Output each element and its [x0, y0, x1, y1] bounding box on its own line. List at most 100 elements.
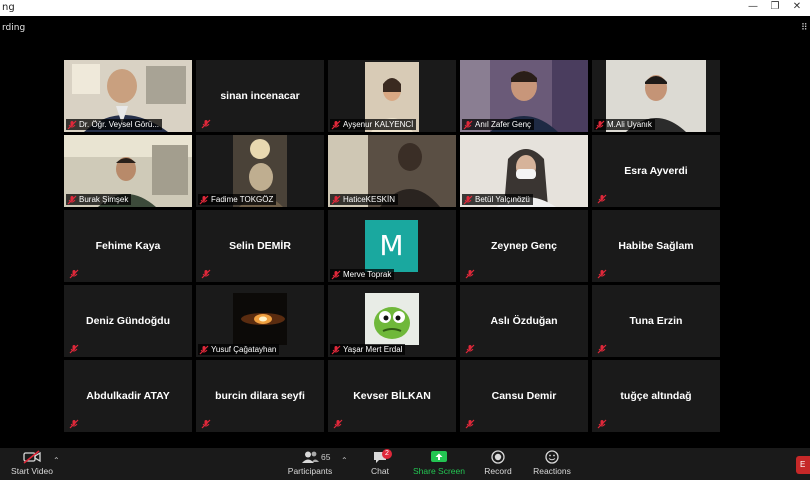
record-label: Record — [484, 466, 512, 476]
mic-muted-icon — [465, 344, 475, 354]
minimize-icon[interactable]: — — [746, 1, 760, 12]
video-options-chevron-icon[interactable]: ⌃ — [53, 456, 60, 465]
view-grid-icon[interactable]: ⠿ — [801, 22, 808, 33]
participant-name: Dr. Öğr. Veysel Görü... — [79, 120, 160, 129]
participant-tile[interactable]: M Merve Toprak — [328, 210, 456, 282]
participant-tile[interactable]: Burak Şimşek — [64, 135, 192, 207]
mic-muted-icon — [201, 419, 211, 429]
start-video-button[interactable]: Start Video — [8, 450, 56, 476]
mic-muted-icon — [331, 195, 341, 204]
participant-tile[interactable]: Dr. Öğr. Veysel Görü... — [64, 60, 192, 132]
restore-icon[interactable]: ❐ — [768, 1, 782, 12]
mic-muted-icon — [67, 120, 77, 129]
mic-muted-icon — [597, 344, 607, 354]
participants-label: Participants — [287, 466, 333, 476]
participant-name: Fehime Kaya — [95, 240, 161, 252]
reactions-button[interactable]: Reactions — [530, 450, 574, 476]
participant-tile[interactable]: Zeynep Genç — [460, 210, 588, 282]
meeting-toolbar: Start Video ⌃ Participants 65 ⌃ Chat 2 S… — [0, 448, 810, 480]
share-screen-button[interactable]: Share Screen — [410, 450, 468, 476]
mic-muted-icon — [331, 345, 341, 354]
participant-name: Betül Yalçınözü — [475, 195, 530, 204]
participant-name: sinan incenacar — [220, 90, 300, 102]
mic-muted-icon — [465, 269, 475, 279]
participant-label: Betül Yalçınözü — [462, 194, 533, 205]
participant-name: Yusuf Çağatayhan — [211, 345, 277, 354]
participants-count: 65 — [321, 452, 331, 462]
mic-muted-icon — [465, 419, 475, 429]
participant-tile[interactable]: sinan incenacar — [196, 60, 324, 132]
participant-tile[interactable]: Aslı Özduğan — [460, 285, 588, 357]
close-icon[interactable]: ✕ — [790, 1, 804, 12]
participant-tile[interactable]: Deniz Gündoğdu — [64, 285, 192, 357]
participant-name: Yaşar Mert Erdal — [343, 345, 403, 354]
participant-name: Habibe Sağlam — [618, 240, 694, 252]
participant-name: Deniz Gündoğdu — [86, 315, 170, 327]
participant-label: Ayşenur KALYENCİ — [330, 119, 417, 130]
participant-tile[interactable]: Kevser BİLKAN — [328, 360, 456, 432]
participant-tile[interactable]: Fadime TOKGÖZ — [196, 135, 324, 207]
participant-tile[interactable]: Abdulkadir ATAY — [64, 360, 192, 432]
window-title: ng — [2, 2, 15, 13]
participant-tile[interactable]: burcin dilara seyfi — [196, 360, 324, 432]
mic-muted-icon — [69, 344, 79, 354]
participant-name: Abdulkadir ATAY — [86, 390, 170, 402]
participant-tile[interactable]: Ayşenur KALYENCİ — [328, 60, 456, 132]
mic-muted-icon — [331, 270, 341, 279]
participant-name: tuğçe altındağ — [620, 390, 692, 402]
participant-name: Cansu Demir — [491, 390, 557, 402]
participant-label: Burak Şimşek — [66, 194, 132, 205]
share-screen-label: Share Screen — [413, 466, 465, 476]
participant-tile[interactable]: Yusuf Çağatayhan — [196, 285, 324, 357]
mic-muted-icon — [69, 269, 79, 279]
participant-tile[interactable]: Esra Ayverdi — [592, 135, 720, 207]
participant-tile[interactable]: Tuna Erzin — [592, 285, 720, 357]
chat-button[interactable]: Chat — [362, 450, 398, 476]
participant-tile[interactable]: Selin DEMİR — [196, 210, 324, 282]
video-feed-17 — [365, 293, 419, 345]
mic-muted-icon — [597, 194, 607, 204]
participant-label: Fadime TOKGÖZ — [198, 194, 277, 205]
participant-label: Merve Toprak — [330, 269, 395, 280]
chat-unread-badge: 2 — [382, 449, 392, 459]
participant-tile[interactable]: Betül Yalçınözü — [460, 135, 588, 207]
participant-tile[interactable]: Yaşar Mert Erdal — [328, 285, 456, 357]
record-icon — [491, 450, 505, 464]
mic-muted-icon — [597, 269, 607, 279]
participant-tile[interactable]: Anıl Zafer Genç — [460, 60, 588, 132]
window-titlebar: ng — ❐ ✕ — [0, 0, 810, 16]
recording-label: rding — [2, 23, 26, 33]
participant-name: Tuna Erzin — [629, 315, 683, 327]
mic-muted-icon — [597, 419, 607, 429]
participant-tile[interactable]: Cansu Demir — [460, 360, 588, 432]
mic-muted-icon — [201, 269, 211, 279]
share-screen-icon — [431, 451, 447, 462]
mic-muted-icon — [67, 195, 77, 204]
participant-name: Selin DEMİR — [229, 240, 291, 252]
participants-options-chevron-icon[interactable]: ⌃ — [341, 456, 348, 465]
participant-name: Zeynep Genç — [491, 240, 557, 252]
mic-muted-icon — [333, 419, 343, 429]
participant-label: M.Ali Uyanık — [594, 119, 655, 130]
mic-muted-icon — [463, 120, 473, 129]
video-feed-16 — [233, 293, 287, 345]
mic-muted-icon — [199, 195, 209, 204]
mic-muted-icon — [463, 195, 473, 204]
record-button[interactable]: Record — [480, 450, 516, 476]
start-video-label: Start Video — [11, 466, 53, 476]
participant-tile[interactable]: Fehime Kaya — [64, 210, 192, 282]
participant-tile[interactable]: M.Ali Uyanık — [592, 60, 720, 132]
reactions-label: Reactions — [533, 466, 571, 476]
gallery-grid: Dr. Öğr. Veysel Görü... sinan incenacar … — [64, 60, 720, 436]
participant-label: HaticeKESKİN — [330, 194, 399, 205]
participant-tile[interactable]: tuğçe altındağ — [592, 360, 720, 432]
participant-label: Dr. Öğr. Veysel Görü... — [66, 119, 163, 130]
participant-tile[interactable]: Habibe Sağlam — [592, 210, 720, 282]
participant-tile[interactable]: HaticeKESKİN — [328, 135, 456, 207]
participant-name: Kevser BİLKAN — [353, 390, 431, 402]
end-meeting-button[interactable]: E — [796, 456, 810, 474]
participant-label: Anıl Zafer Genç — [462, 119, 535, 130]
participant-name: Esra Ayverdi — [624, 165, 688, 177]
mic-muted-icon — [331, 120, 341, 129]
reactions-smiley-icon — [545, 450, 559, 464]
